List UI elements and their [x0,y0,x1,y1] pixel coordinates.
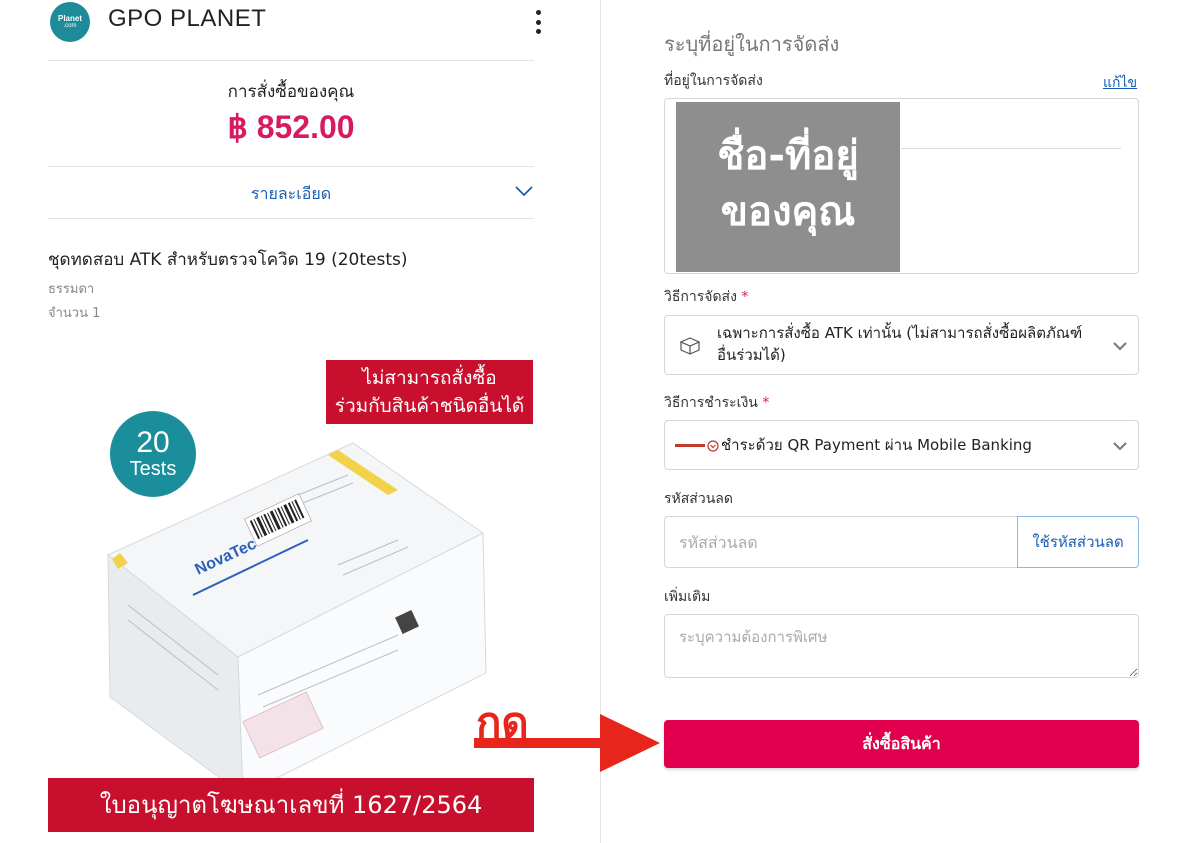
shipping-method-label: วิธีการจัดส่ง * [664,286,748,308]
divider [48,166,534,167]
tests-count-badge: 20 Tests [110,411,196,497]
shipping-method-value: เฉพาะการสั่งซื้อ ATK เท่านั้น (ไม่สามารถ… [717,324,1083,364]
chevron-down-icon [1113,342,1127,351]
arrow-right-icon [474,714,660,772]
more-menu-icon[interactable] [532,10,544,34]
payment-method-label-text: วิธีการชำระเงิน [664,395,758,411]
place-order-button[interactable]: สั่งซื้อสินค้า [664,720,1139,768]
restriction-tag-line: ไม่สามารถสั่งซื้อ [362,367,497,389]
license-banner: ใบอนุญาตโฆษณาเลขที่ 1627/2564 [48,778,534,832]
shipping-method-label-text: วิธีการจัดส่ง [664,289,737,305]
divider [901,148,1121,149]
shipping-section-title: ระบุที่อยู่ในการจัดส่ง [664,32,840,56]
address-redaction-line: ชื่อ-ที่อยู่ [717,133,859,179]
restriction-tag-line: ร่วมกับสินค้าชนิดอื่นได้ [334,395,525,417]
product-image: ไม่สามารถสั่งซื้อ ร่วมกับสินค้าชนิดอื่นไ… [48,355,534,835]
coupon-input[interactable] [664,516,1018,568]
chevron-down-icon [515,186,533,197]
address-display: ชื่อ-ที่อยู่ ของคุณ [664,98,1139,274]
payment-method-label: วิธีการชำระเงิน * [664,392,769,414]
address-redaction: ชื่อ-ที่อยู่ ของคุณ [676,102,900,272]
order-label: การสั่งซื้อของคุณ [227,82,355,102]
logo-subtext: .com [63,23,77,29]
note-label: เพิ่มเติม [664,589,711,605]
required-mark: * [762,395,770,411]
tests-count-number: 20 [136,426,170,459]
special-request-textarea[interactable] [664,614,1139,678]
product-variant: ธรรมดา [48,282,95,297]
address-label: ที่อยู่ในการจัดส่ง [664,73,763,89]
coupon-label: รหัสส่วนลด [664,491,733,507]
promptpay-icon [675,440,719,452]
apply-coupon-button[interactable]: ใช้รหัสส่วนลด [1017,516,1139,568]
edit-address-link[interactable]: แก้ไข [1103,72,1137,94]
payment-method-select[interactable]: ชำระด้วย QR Payment ผ่าน Mobile Banking [664,420,1139,470]
chevron-down-icon [1113,442,1127,451]
required-mark: * [741,289,749,305]
logo-text: Planet [57,14,82,23]
address-redaction-line: ของคุณ [720,189,856,235]
payment-method-value: ชำระด้วย QR Payment ผ่าน Mobile Banking [721,436,1032,454]
tests-count-label: Tests [129,458,177,480]
app-header: Planet .com GPO PLANET [48,0,541,60]
brand-name: GPO PLANET [108,5,267,32]
product-quantity: จำนวน 1 [48,306,101,321]
order-total: ฿ 852.00 [227,109,355,145]
shipping-method-select[interactable]: เฉพาะการสั่งซื้อ ATK เท่านั้น (ไม่สามารถ… [664,315,1139,375]
divider [48,60,534,61]
package-icon [680,337,700,355]
details-toggle[interactable]: รายละเอียด [48,168,534,218]
product-name: ชุดทดสอบ ATK สำหรับตรวจโควิด 19 (20tests… [48,250,408,270]
divider [48,218,534,219]
restriction-tag: ไม่สามารถสั่งซื้อ ร่วมกับสินค้าชนิดอื่นไ… [326,360,533,424]
details-label: รายละเอียด [250,184,332,203]
gpo-planet-logo: Planet .com [50,2,90,42]
